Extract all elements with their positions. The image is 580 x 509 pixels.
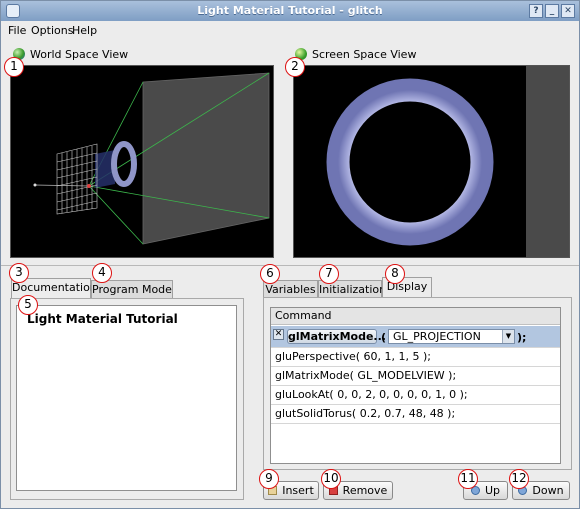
menu-help[interactable]: Help [72, 24, 97, 37]
screen-space-view[interactable] [293, 65, 570, 258]
callout-marker: 4 [92, 263, 112, 283]
callout-marker: 12 [509, 469, 529, 489]
callout-marker: 6 [260, 264, 280, 284]
doc-title: Light Material Tutorial [27, 312, 178, 326]
world-view-label: World Space View [30, 48, 129, 61]
menu-options[interactable]: Options [31, 24, 73, 37]
screen-space-scene [294, 66, 526, 257]
screen-view-label: Screen Space View [312, 48, 417, 61]
title-bar: Light Material Tutorial - glitch ? _ ✕ [1, 1, 579, 21]
table-row[interactable]: gluLookAt( 0, 0, 2, 0, 0, 0, 0, 1, 0 ); [271, 386, 560, 405]
splitter[interactable] [1, 265, 579, 266]
down-label: Down [532, 484, 564, 497]
menu-file[interactable]: File [8, 24, 26, 37]
delete-row-icon[interactable]: ✕ [273, 329, 284, 340]
callout-marker: 7 [319, 264, 339, 284]
table-row[interactable]: gluPerspective( 60, 1, 1, 5 ); [271, 348, 560, 367]
table-row-selected[interactable]: ✕ glMatrixMode... ( GL_PROJECTION ▼ ); [271, 326, 560, 348]
remove-label: Remove [342, 484, 388, 497]
insert-label: Insert [282, 484, 314, 497]
callout-marker: 5 [18, 295, 38, 315]
minimize-icon[interactable]: _ [545, 4, 559, 18]
help-icon[interactable]: ? [529, 4, 543, 18]
chevron-down-icon[interactable]: ▼ [502, 330, 514, 343]
callout-marker: 8 [385, 264, 405, 284]
view-frustum-far-plane [142, 72, 270, 245]
world-space-view[interactable] [10, 65, 274, 258]
documentation-text-area[interactable]: Light Material Tutorial [16, 305, 237, 491]
close-icon[interactable]: ✕ [561, 4, 575, 18]
command-table[interactable]: Command ✕ glMatrixMode... ( GL_PROJECTIO… [270, 307, 561, 464]
callout-marker: 2 [285, 57, 305, 77]
open-paren: ( [381, 331, 387, 344]
argument-dropdown[interactable]: GL_PROJECTION ▼ [388, 329, 515, 344]
table-row[interactable]: glMatrixMode( GL_MODELVIEW ); [271, 367, 560, 386]
menu-bar: File Options Help [1, 21, 579, 39]
function-button[interactable]: glMatrixMode... [287, 329, 386, 344]
window-title: Light Material Tutorial - glitch [197, 4, 383, 17]
world-space-scene [33, 72, 270, 245]
callout-marker: 1 [4, 57, 24, 77]
callout-marker: 11 [458, 469, 478, 489]
callout-marker: 10 [321, 469, 341, 489]
table-row[interactable]: glutSolidTorus( 0.2, 0.7, 48, 48 ); [271, 405, 560, 424]
argument-value: GL_PROJECTION [393, 330, 481, 343]
grid-plane [56, 143, 98, 215]
callout-marker: 9 [259, 469, 279, 489]
camera-axis [34, 184, 90, 187]
callout-marker: 3 [9, 263, 29, 283]
close-paren: ); [517, 331, 527, 344]
light-point [33, 183, 37, 187]
app-window: Light Material Tutorial - glitch ? _ ✕ F… [0, 0, 580, 509]
command-column-header[interactable]: Command [271, 308, 560, 325]
camera-point [87, 184, 91, 188]
up-label: Up [484, 484, 501, 497]
